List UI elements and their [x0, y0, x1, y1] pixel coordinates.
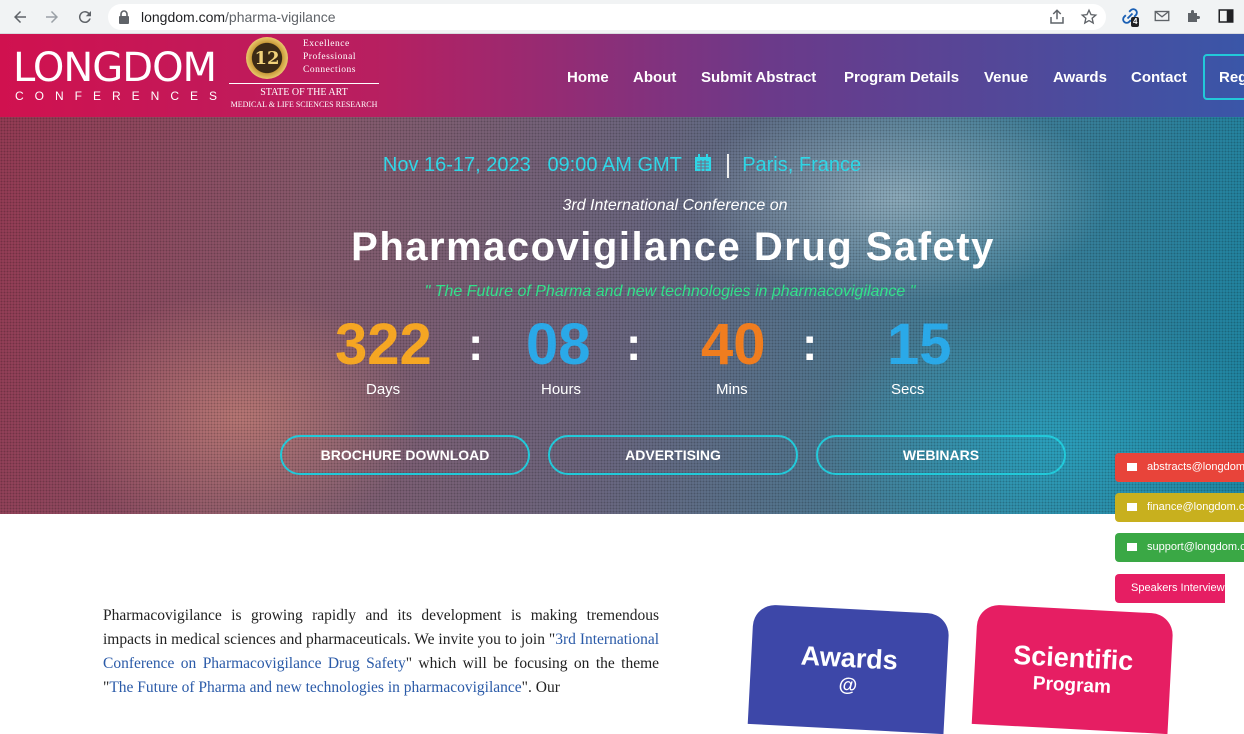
countdown-hours: 08 — [526, 312, 591, 377]
conference-intro: 3rd International Conference on — [562, 197, 788, 214]
mail-icon[interactable] — [1153, 6, 1171, 26]
nav-about[interactable]: About — [633, 69, 676, 86]
advertising-button[interactable]: ADVERTISING — [548, 435, 798, 475]
event-date: Nov 16-17, 2023 — [382, 154, 531, 176]
conference-theme: " The Future of Pharma and new technolog… — [424, 283, 916, 300]
countdown-hours-label: Hours — [541, 381, 582, 398]
state-of-art-text: STATE OF THE ART — [260, 87, 348, 98]
event-date-line: Nov 16-17, 2023 09:00 AM GMT Paris, Fran… — [0, 153, 1244, 178]
brochure-download-button[interactable]: BROCHURE DOWNLOAD — [280, 435, 530, 475]
address-bar[interactable]: longdom.com/pharma-vigilance — [108, 4, 1106, 30]
puzzle-icon[interactable] — [1185, 6, 1203, 26]
countdown-mins-label: Mins — [716, 381, 748, 398]
logo-subtitle: CONFERENCES — [15, 89, 229, 103]
conference-title: Pharmacovigilance Drug Safety — [351, 225, 995, 269]
share-icon[interactable] — [1048, 8, 1066, 26]
nav-program-details[interactable]: Program Details — [844, 69, 959, 86]
support-email-tab[interactable]: support@longdom.c — [1115, 533, 1244, 562]
register-button[interactable]: Reg — [1203, 54, 1244, 100]
nav-venue[interactable]: Venue — [984, 69, 1028, 86]
nav-submit-abstract[interactable]: Submit Abstract — [701, 69, 816, 86]
tagline: Excellence Professional Connections — [303, 39, 356, 75]
longdom-logo[interactable]: LONGDOM — [13, 48, 217, 88]
side-panel-icon[interactable] — [1217, 6, 1235, 26]
countdown-secs: 15 — [887, 312, 952, 377]
anniversary-badge: 12 — [246, 37, 288, 79]
countdown-separator: : — [468, 318, 484, 370]
theme-link[interactable]: The Future of Pharma and new technologie… — [109, 679, 521, 696]
event-location: Paris, France — [742, 154, 862, 176]
browser-toolbar: longdom.com/pharma-vigilance 4 — [0, 0, 1244, 34]
divider — [229, 83, 379, 84]
countdown-mins: 40 — [701, 312, 766, 377]
scientific-program-card[interactable]: Scientific Program — [971, 604, 1174, 734]
lock-icon — [119, 10, 129, 24]
countdown-secs-label: Secs — [891, 381, 925, 398]
calendar-icon — [695, 154, 712, 171]
countdown-days-label: Days — [366, 381, 401, 398]
nav-contact[interactable]: Contact — [1131, 69, 1187, 86]
envelope-icon — [1127, 543, 1137, 551]
speakers-interview-tab[interactable]: Speakers Interview — [1115, 574, 1225, 603]
hero-banner: Nov 16-17, 2023 09:00 AM GMT Paris, Fran… — [0, 117, 1244, 514]
divider — [726, 153, 729, 178]
extension-badge: 4 — [1131, 17, 1140, 27]
awards-card[interactable]: Awards @ — [747, 604, 950, 734]
nav-home[interactable]: Home — [567, 69, 609, 86]
bookmark-star-icon[interactable] — [1080, 8, 1098, 26]
countdown-separator: : — [802, 318, 818, 370]
forward-icon[interactable] — [40, 5, 64, 29]
countdown-days: 322 — [335, 312, 432, 377]
back-icon[interactable] — [8, 5, 32, 29]
url-text: longdom.com/pharma-vigilance — [141, 9, 336, 25]
countdown-separator: : — [626, 318, 642, 370]
reload-icon[interactable] — [73, 5, 97, 29]
intro-paragraph: Pharmacovigilance is growing rapidly and… — [103, 607, 660, 696]
medical-research-text: MEDICAL & LIFE SCIENCES RESEARCH — [230, 100, 378, 109]
nav-awards[interactable]: Awards — [1053, 69, 1107, 86]
webinars-button[interactable]: WEBINARS — [816, 435, 1066, 475]
event-time: 09:00 AM GMT — [547, 154, 682, 176]
